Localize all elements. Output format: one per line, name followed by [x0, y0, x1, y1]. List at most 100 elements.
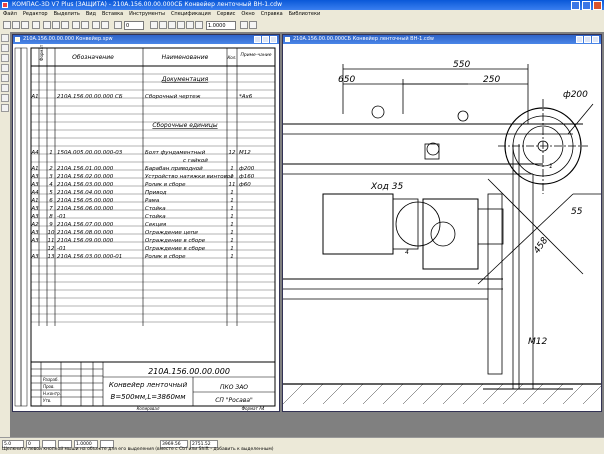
menu-service[interactable]: Сервис — [214, 10, 239, 19]
redo-icon[interactable] — [81, 21, 89, 29]
menu-select[interactable]: Выделить — [51, 10, 83, 19]
dimensions-tool-icon[interactable] — [1, 44, 9, 52]
menu-tools[interactable]: Инструменты — [126, 10, 168, 19]
status-hint: Щелкните левой кнопкой мыши на объекте д… — [2, 447, 274, 452]
help-icon[interactable] — [101, 21, 109, 29]
spec-cell-name: Стойка — [145, 206, 166, 212]
spec-cell-designation: 210А.156.08.00.000 — [57, 230, 114, 236]
maximize-button[interactable] — [582, 1, 591, 10]
zoom-window-icon[interactable] — [168, 21, 176, 29]
stamp-role-approver: Утв. — [43, 398, 51, 403]
spec-cell-pos: 4 — [49, 182, 53, 188]
print-icon[interactable] — [32, 21, 40, 29]
spec-cell-name: Ограждение цепи — [145, 230, 198, 236]
copy-icon[interactable] — [52, 21, 60, 29]
drawing-window-titlebar[interactable]: 210А.156.00.00.000СБ Конвейер ленточный … — [283, 35, 601, 44]
spec-cell-format: A3 — [30, 182, 39, 188]
layer-combo[interactable]: 0 — [124, 21, 144, 30]
menu-window[interactable]: Окно — [238, 10, 257, 19]
spec-cell-designation: 210А.156.04.00.000 — [57, 190, 114, 196]
save-icon[interactable] — [21, 21, 29, 29]
spec-cell-qty: 11 — [229, 182, 236, 188]
menu-specification[interactable]: Спецификация — [168, 10, 214, 19]
scale-combo[interactable]: 1.0000 — [206, 21, 236, 30]
spec-cell-name: Барабан приводной — [145, 166, 203, 172]
edit-tool-icon[interactable] — [1, 64, 9, 72]
drawing-close-button[interactable] — [592, 36, 599, 43]
spec-cell-name: Ограждение в сборе — [145, 246, 206, 252]
pan-icon[interactable] — [186, 21, 194, 29]
menu-view[interactable]: Вид — [83, 10, 99, 19]
spec-cell-qty: 12 — [229, 150, 236, 156]
zoom-in-icon[interactable] — [150, 21, 158, 29]
spec-cell-qty: 1 — [230, 238, 234, 244]
header-format: Формат — [39, 44, 44, 61]
spec-cell-format: A1 — [30, 198, 38, 204]
stamp-copied: Копировал — [137, 406, 160, 411]
spec-cell-qty: 1 — [230, 214, 234, 220]
properties-icon[interactable] — [92, 21, 100, 29]
spec-tool-icon[interactable] — [1, 104, 9, 112]
undo-icon[interactable] — [72, 21, 80, 29]
parametric-tool-icon[interactable] — [1, 74, 9, 82]
section-units: Сборочные единицы — [152, 122, 217, 129]
geometry-tool-icon[interactable] — [1, 34, 9, 42]
spec-minimize-button[interactable] — [254, 36, 261, 43]
spec-cell-name: Устройство натяжки винтовое — [145, 174, 234, 180]
dim-550: 550 — [453, 60, 470, 70]
measure-tool-icon[interactable] — [1, 84, 9, 92]
cut-icon[interactable] — [43, 21, 51, 29]
spec-cell-format: A4 — [30, 150, 39, 156]
open-file-icon[interactable] — [12, 21, 20, 29]
grid-icon[interactable] — [240, 21, 248, 29]
dim-650: 650 — [338, 75, 355, 85]
spec-cell-designation: 210А.156.03.00.000-01 — [57, 254, 122, 260]
drawing-window[interactable]: 210А.156.00.00.000СБ Конвейер ленточный … — [282, 34, 602, 412]
spec-cell-name: Секция — [145, 222, 167, 228]
app-title: КОМПАС-3D V7 Plus (ЗАЩИТА) - 210А.156.00… — [12, 1, 282, 8]
drawing-canvas[interactable]: 650 550 250 ф200 Ход 35 55 458 М12 1 4 — [283, 44, 601, 411]
header-qty: Кол. — [227, 55, 236, 60]
spec-cell-name: Болт фундаментный — [145, 150, 206, 156]
menu-libraries[interactable]: Библиотеки — [286, 10, 324, 19]
text-tool-icon[interactable] — [1, 54, 9, 62]
spec-cell-pos: 7 — [49, 206, 53, 212]
spec-cell-designation: -01 — [57, 214, 66, 220]
paste-icon[interactable] — [61, 21, 69, 29]
menu-file[interactable]: Файл — [0, 10, 20, 19]
menu-insert[interactable]: Вставка — [99, 10, 126, 19]
spec-cell-qty: 1 — [230, 198, 234, 204]
drawing-window-title: 210А.156.00.00.000СБ Конвейер ленточный … — [293, 36, 434, 42]
spec-maximize-button[interactable] — [262, 36, 269, 43]
menu-edit[interactable]: Редактор — [20, 10, 51, 19]
mdi-workspace: 210А.156.00.00.000 Конвейер.spw Формат О… — [10, 32, 604, 437]
refresh-icon[interactable] — [195, 21, 203, 29]
snap-icon[interactable] — [249, 21, 257, 29]
minimize-button[interactable] — [571, 1, 580, 10]
spec-window[interactable]: 210А.156.00.00.000 Конвейер.spw Формат О… — [12, 34, 280, 412]
stamp-title-line2: В=500мм,L=3860мм — [111, 393, 187, 401]
stamp-org-line2: СП "Росава" — [215, 397, 253, 404]
zoom-out-icon[interactable] — [159, 21, 167, 29]
spec-cell-pos: 8 — [49, 214, 53, 220]
select-tool-icon[interactable] — [1, 94, 9, 102]
spec-cell-name: Сборочный чертеж — [145, 94, 201, 100]
spec-cell-pos: 2 — [49, 166, 53, 172]
header-name: Наименование — [162, 54, 209, 61]
drawing-maximize-button[interactable] — [584, 36, 591, 43]
layer-icon[interactable] — [114, 21, 122, 29]
stamp-title-line1: Конвейер ленточный — [109, 381, 188, 389]
spec-window-titlebar[interactable]: 210А.156.00.00.000 Конвейер.spw — [13, 35, 279, 44]
drawing-minimize-button[interactable] — [576, 36, 583, 43]
spec-cell-pos: 11 — [48, 238, 55, 244]
spec-cell-qty: 1 — [230, 166, 234, 172]
spec-cell-qty: 1 — [230, 254, 234, 260]
spec-close-button[interactable] — [270, 36, 277, 43]
spec-cell-designation: 210А.156.00.00.000 СБ — [57, 94, 123, 100]
close-button[interactable] — [593, 1, 602, 10]
spec-cell-designation: 150А.005.00.00.000-03 — [57, 150, 123, 156]
menu-help[interactable]: Справка — [258, 10, 286, 19]
drawing-doc-icon — [285, 37, 290, 42]
zoom-all-icon[interactable] — [177, 21, 185, 29]
new-file-icon[interactable] — [3, 21, 11, 29]
